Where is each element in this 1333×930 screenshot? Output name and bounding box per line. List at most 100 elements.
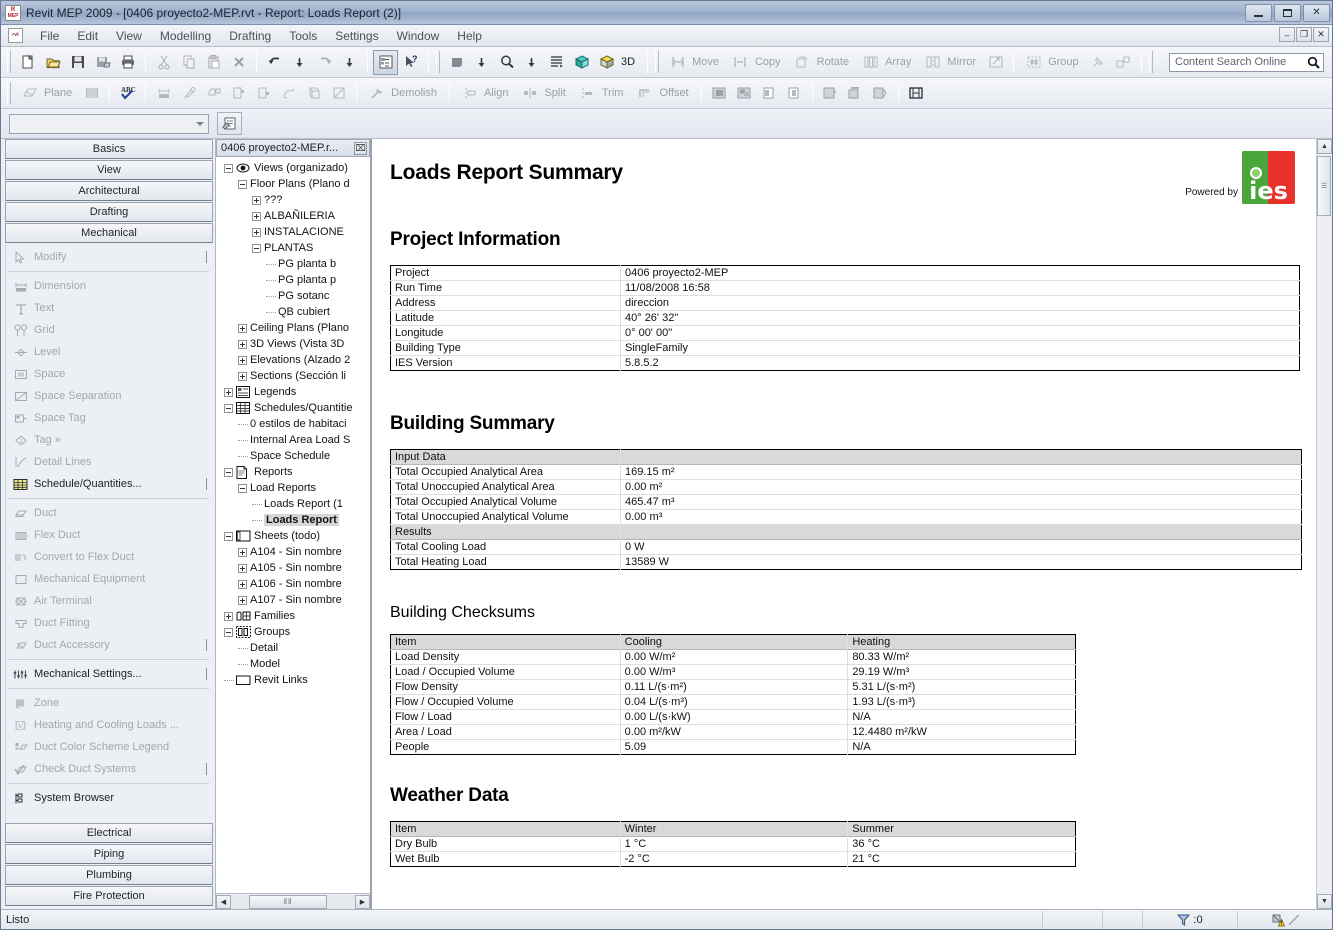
- design-tab-fire-protection[interactable]: Fire Protection: [5, 886, 213, 906]
- align-tool[interactable]: Align: [455, 81, 515, 106]
- expand-icon[interactable]: [238, 339, 247, 349]
- uncrop-view-icon[interactable]: [732, 81, 757, 106]
- tree-item[interactable]: A107 - Sin nombre: [218, 592, 370, 608]
- grid-pattern-icon[interactable]: [79, 81, 104, 106]
- thin-lines-icon[interactable]: [544, 50, 569, 75]
- design-tool-duct-color-scheme-legend[interactable]: Duct Color Scheme Legend: [6, 736, 215, 758]
- offset-tool[interactable]: Offset: [630, 81, 695, 106]
- zoom-icon[interactable]: [494, 50, 519, 75]
- status-filter-cell[interactable]: :0: [1142, 910, 1237, 929]
- context-help-icon[interactable]: ?: [398, 50, 423, 75]
- collapse-icon[interactable]: [224, 531, 233, 541]
- tree-item[interactable]: Revit Links: [218, 672, 370, 688]
- open-folder-icon[interactable]: [40, 50, 65, 75]
- collapse-icon[interactable]: [224, 163, 233, 173]
- group-tool[interactable]: Group: [1019, 50, 1086, 75]
- design-tool-dimension[interactable]: Dimension: [6, 275, 215, 297]
- hscroll-track[interactable]: ‖‖: [231, 894, 355, 909]
- search-icon[interactable]: [1307, 56, 1320, 69]
- tree-item[interactable]: Floor Plans (Plano d: [218, 176, 370, 192]
- collapse-icon[interactable]: [238, 179, 247, 189]
- new-file-icon[interactable]: [15, 50, 40, 75]
- menu-tools[interactable]: Tools: [280, 27, 326, 45]
- collapse-icon[interactable]: [224, 467, 233, 477]
- toolbar-gripper[interactable]: [655, 51, 660, 73]
- align-dimension-icon[interactable]: [151, 81, 176, 106]
- copy-element-icon[interactable]: [226, 81, 251, 106]
- tree-item[interactable]: Space Schedule: [218, 448, 370, 464]
- design-tab-plumbing[interactable]: Plumbing: [5, 865, 213, 885]
- collapse-icon[interactable]: [238, 483, 247, 493]
- cut-icon[interactable]: [151, 50, 176, 75]
- tree-item[interactable]: A105 - Sin nombre: [218, 560, 370, 576]
- menu-window[interactable]: Window: [388, 27, 449, 45]
- tree-item[interactable]: PG planta p: [218, 272, 370, 288]
- design-tool-check-duct-systems[interactable]: Check Duct Systems: [6, 758, 215, 780]
- rotate-tool[interactable]: Rotate: [788, 50, 856, 75]
- design-tool-flex-duct[interactable]: Flex Duct: [6, 524, 215, 546]
- pin-icon[interactable]: [1086, 50, 1111, 75]
- design-tool-mechanical-settings[interactable]: Mechanical Settings...: [6, 663, 215, 685]
- design-tab-view[interactable]: View: [5, 160, 213, 180]
- expand-icon[interactable]: [252, 195, 261, 205]
- tree-item[interactable]: Elevations (Alzado 2: [218, 352, 370, 368]
- tree-item[interactable]: Loads Report (1: [218, 496, 370, 512]
- tree-item[interactable]: PG planta b: [218, 256, 370, 272]
- resize-icon[interactable]: [983, 50, 1008, 75]
- render-icon[interactable]: [569, 50, 594, 75]
- report-vscrollbar[interactable]: ▲ ☰ ▼: [1316, 139, 1332, 909]
- tree-item[interactable]: Loads Report: [218, 512, 370, 528]
- design-tab-electrical[interactable]: Electrical: [5, 823, 213, 843]
- undo-dropdown-icon[interactable]: [287, 50, 312, 75]
- zoom-dropdown-icon[interactable]: [519, 50, 544, 75]
- tree-item[interactable]: A106 - Sin nombre: [218, 576, 370, 592]
- expand-icon[interactable]: [224, 387, 233, 397]
- default-3d-view-icon[interactable]: [594, 50, 619, 75]
- tree-item[interactable]: PG sotanc: [218, 288, 370, 304]
- delete-icon[interactable]: [226, 50, 251, 75]
- design-tool-mechanical-equipment[interactable]: Mechanical Equipment: [6, 568, 215, 590]
- type-selector-combo[interactable]: [9, 113, 209, 134]
- toolbar-gripper[interactable]: [7, 51, 11, 73]
- resize-grip[interactable]: [1289, 914, 1299, 925]
- design-tool-heating-cooling-loads[interactable]: Heating and Cooling Loads ...: [6, 714, 215, 736]
- split-tool[interactable]: Split: [515, 81, 572, 106]
- vscroll-thumb[interactable]: ☰: [1317, 156, 1331, 216]
- linework-icon[interactable]: [276, 81, 301, 106]
- collapse-icon[interactable]: [252, 243, 261, 253]
- close-icon[interactable]: ⌧: [354, 141, 367, 155]
- project-browser-hscrollbar[interactable]: ◀ ‖‖ ▶: [216, 893, 370, 909]
- expand-icon[interactable]: [238, 371, 247, 381]
- ungroup-icon[interactable]: [1111, 50, 1136, 75]
- redo-dropdown-icon[interactable]: [337, 50, 362, 75]
- tree-item[interactable]: PLANTAS: [218, 240, 370, 256]
- tree-item[interactable]: Ceiling Plans (Plano: [218, 320, 370, 336]
- tree-item[interactable]: ???: [218, 192, 370, 208]
- paint-icon[interactable]: [201, 81, 226, 106]
- design-tool-space-tag[interactable]: Space Tag: [6, 407, 215, 429]
- expand-icon[interactable]: [238, 355, 247, 365]
- paste-icon[interactable]: [201, 50, 226, 75]
- save-as-icon[interactable]: [90, 50, 115, 75]
- print-icon[interactable]: [115, 50, 140, 75]
- paste-element-icon[interactable]: [251, 81, 276, 106]
- design-tab-drafting[interactable]: Drafting: [5, 202, 213, 222]
- mdi-restore-button[interactable]: ❐: [1296, 27, 1312, 42]
- tree-item[interactable]: ALBAÑILERIA: [218, 208, 370, 224]
- element-properties-button[interactable]: [217, 112, 242, 135]
- search-input[interactable]: Content Search Online: [1175, 56, 1307, 68]
- menu-drafting[interactable]: Drafting: [220, 27, 280, 45]
- design-tool-level[interactable]: Level: [6, 341, 215, 363]
- undo-icon[interactable]: [262, 50, 287, 75]
- toolbar-gripper[interactable]: [1148, 51, 1153, 73]
- expand-icon[interactable]: [238, 547, 247, 557]
- mirror-tool[interactable]: Mirror: [918, 50, 983, 75]
- design-tool-text[interactable]: Text: [6, 297, 215, 319]
- toolbar-gripper[interactable]: [7, 82, 11, 104]
- maximize-button[interactable]: [1274, 3, 1301, 22]
- tree-item[interactable]: 0 estilos de habitaci: [218, 416, 370, 432]
- design-tab-basics[interactable]: Basics: [5, 139, 213, 159]
- menu-file[interactable]: File: [31, 27, 68, 45]
- design-tool-modify[interactable]: Modify: [6, 246, 215, 268]
- design-tool-detail-lines[interactable]: Detail Lines: [6, 451, 215, 473]
